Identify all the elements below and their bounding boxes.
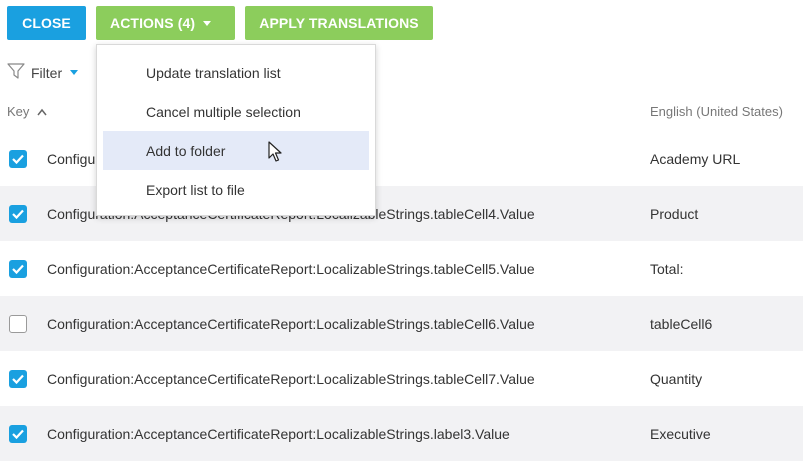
table-row[interactable]: Configuration:AcceptanceCertificateRepor… bbox=[0, 296, 803, 351]
toolbar: CLOSE ACTIONS (4) APPLY TRANSLATIONS bbox=[7, 6, 433, 40]
row-translation: Product bbox=[650, 205, 699, 222]
menu-item-export-list-to-file[interactable]: Export list to file bbox=[103, 170, 369, 209]
checkmark-icon bbox=[12, 209, 24, 219]
checkmark-icon bbox=[12, 264, 24, 274]
actions-button-label: ACTIONS (4) bbox=[110, 15, 196, 31]
row-translation: Total: bbox=[650, 260, 684, 277]
row-checkbox[interactable] bbox=[9, 424, 27, 443]
checkmark-icon bbox=[12, 429, 24, 439]
close-button[interactable]: CLOSE bbox=[7, 6, 86, 40]
row-key: Configuration:AcceptanceCertificateRepor… bbox=[47, 260, 535, 277]
row-checkbox[interactable] bbox=[9, 369, 27, 388]
row-key: Configuration:AcceptanceCertificateRepor… bbox=[47, 370, 535, 387]
filter-label: Filter bbox=[31, 64, 63, 81]
row-translation: Academy URL bbox=[650, 150, 741, 167]
chevron-down-icon bbox=[70, 70, 79, 75]
checkmark-icon bbox=[12, 154, 24, 164]
row-checkbox[interactable] bbox=[9, 259, 27, 278]
checkmark-icon bbox=[12, 374, 24, 384]
row-translation: Quantity bbox=[650, 370, 703, 387]
sort-ascending-icon bbox=[37, 104, 47, 119]
chevron-down-icon bbox=[203, 20, 212, 26]
table-row[interactable]: Configuration:AcceptanceCertificateRepor… bbox=[0, 351, 803, 406]
row-translation: tableCell6 bbox=[650, 315, 713, 332]
row-key: Configuration:AcceptanceCertificateRepor… bbox=[47, 315, 535, 332]
funnel-icon bbox=[7, 62, 25, 83]
row-checkbox[interactable] bbox=[9, 204, 27, 223]
filter-control[interactable]: Filter bbox=[7, 62, 79, 83]
menu-item-cancel-multiple-selection[interactable]: Cancel multiple selection bbox=[103, 92, 369, 131]
actions-dropdown-menu: Update translation list Cancel multiple s… bbox=[96, 44, 376, 216]
row-translation: Executive bbox=[650, 425, 711, 442]
row-checkbox[interactable] bbox=[9, 314, 27, 333]
mouse-pointer-icon bbox=[268, 141, 284, 168]
column-header-key-label: Key bbox=[7, 104, 30, 119]
table-row[interactable]: Configuration:AcceptanceCertificateRepor… bbox=[0, 241, 803, 296]
row-key: Configuration:AcceptanceCertificateRepor… bbox=[47, 425, 510, 442]
row-checkbox[interactable] bbox=[9, 149, 27, 168]
row-key: Configu bbox=[47, 150, 96, 167]
table-row[interactable]: Configuration:AcceptanceCertificateRepor… bbox=[0, 406, 803, 461]
column-header-key[interactable]: Key bbox=[7, 104, 47, 119]
menu-item-add-to-folder[interactable]: Add to folder bbox=[103, 131, 369, 170]
menu-item-update-translation-list[interactable]: Update translation list bbox=[103, 53, 369, 92]
column-header-language[interactable]: English (United States) bbox=[650, 104, 783, 119]
actions-button[interactable]: ACTIONS (4) bbox=[96, 6, 235, 40]
apply-translations-button[interactable]: APPLY TRANSLATIONS bbox=[245, 6, 433, 40]
